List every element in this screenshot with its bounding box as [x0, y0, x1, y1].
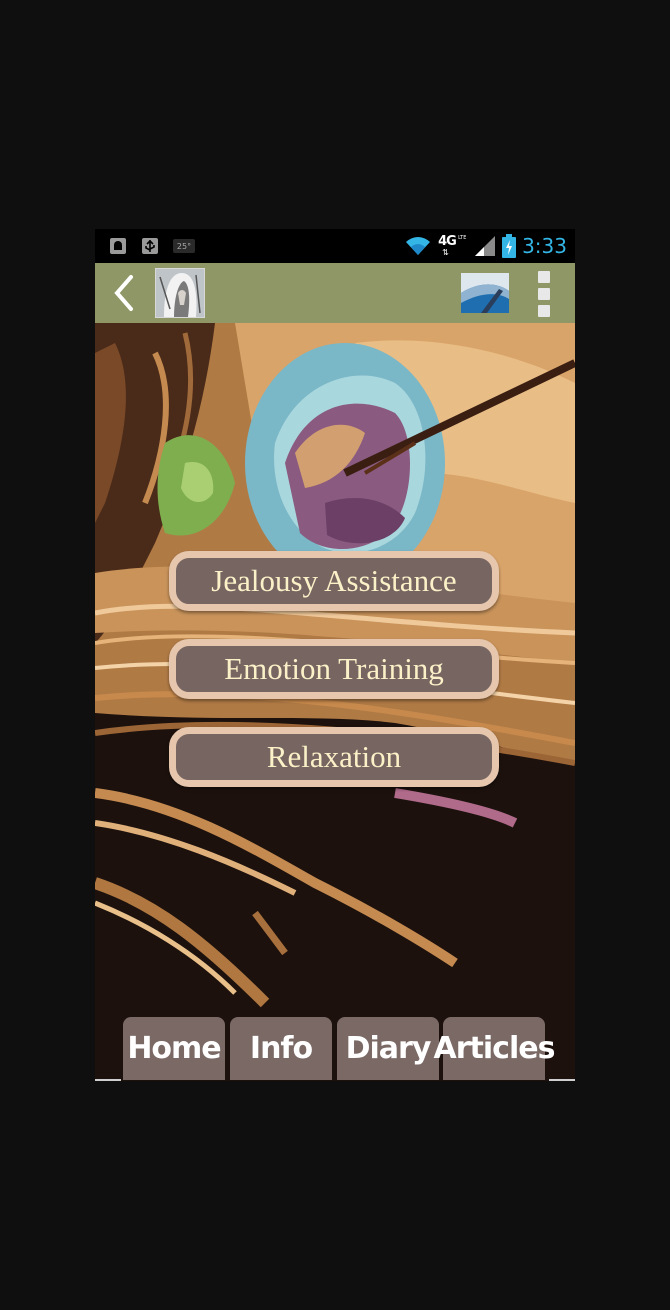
signal-icon — [475, 236, 496, 256]
app-logo-icon[interactable] — [459, 269, 513, 317]
tab-info[interactable]: Info — [230, 1017, 332, 1080]
network-type: 4G — [438, 234, 457, 249]
tab-bar-divider — [549, 1079, 575, 1081]
app-avatar-icon — [155, 268, 205, 318]
tab-bar-divider — [95, 1079, 121, 1081]
background-artwork — [95, 323, 575, 1081]
main-content: Jealousy Assistance Emotion Training Rel… — [95, 323, 575, 1081]
data-activity-icon: ⇅ — [442, 248, 449, 257]
action-bar — [95, 263, 575, 323]
tab-articles[interactable]: Articles — [434, 1017, 555, 1080]
overflow-dot — [538, 305, 550, 317]
relaxation-button[interactable]: Relaxation — [169, 727, 499, 787]
clock: 3:33 — [522, 234, 567, 258]
chevron-left-icon[interactable] — [109, 273, 141, 313]
emotion-training-button[interactable]: Emotion Training — [169, 639, 499, 699]
jealousy-assistance-button[interactable]: Jealousy Assistance — [169, 551, 499, 611]
wifi-icon — [406, 237, 431, 255]
overflow-menu-icon[interactable] — [531, 271, 557, 317]
overflow-dot — [538, 271, 550, 283]
weather-temp: 25° — [176, 241, 192, 251]
phone-screen: 25° 4G LTE ⇅ 3:33 Jealousy Assistance Em… — [95, 229, 575, 1081]
overflow-dot — [538, 288, 550, 300]
system-icons: 4G LTE ⇅ 3:33 — [404, 233, 567, 259]
notification-icons: 25° — [109, 237, 195, 255]
android-debug-icon — [110, 238, 126, 254]
network-indicator: 4G LTE ⇅ — [438, 234, 468, 258]
status-bar: 25° 4G LTE ⇅ 3:33 — [95, 229, 575, 263]
weather-icon: 25° — [173, 239, 195, 253]
network-subtype: LTE — [458, 235, 467, 241]
tab-home[interactable]: Home — [123, 1017, 225, 1080]
tab-diary[interactable]: Diary — [337, 1017, 439, 1080]
battery-charging-icon — [502, 234, 517, 258]
bottom-tab-bar: Home Info Diary Articles — [95, 1017, 575, 1081]
usb-icon — [142, 238, 158, 254]
